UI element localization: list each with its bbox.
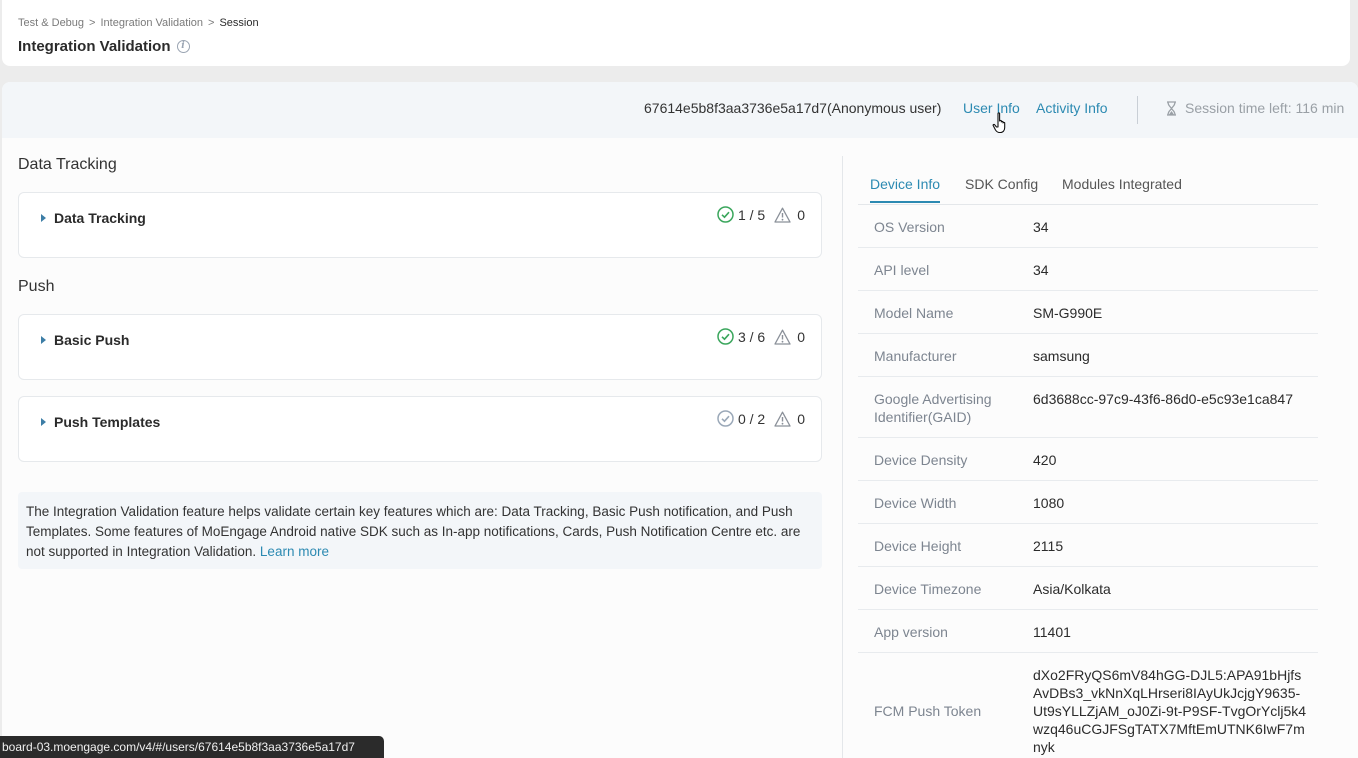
- breadcrumb: Test & Debug > Integration Validation > Sess…: [18, 17, 259, 29]
- info-value: 34: [1033, 262, 1049, 278]
- info-value: dXo2FRyQS6mV84hGG-DJL5:APA91bHjfsAvDBs3_…: [1033, 667, 1307, 755]
- card-stats: 1 / 5 0: [717, 206, 805, 223]
- learn-more-link[interactable]: Learn more: [260, 544, 329, 559]
- info-key: Device Height: [874, 538, 962, 554]
- card-basic-push[interactable]: Basic Push 3 / 6 0: [18, 314, 822, 380]
- warning-count: 0: [797, 206, 805, 223]
- info-value: 2115: [1033, 538, 1064, 554]
- device-tabs: Device Info SDK Config Modules Integrate…: [858, 174, 1318, 205]
- table-row: App version 11401: [858, 610, 1318, 653]
- info-key: App version: [874, 624, 948, 640]
- info-key: Google Advertising Identifier(GAID): [874, 391, 992, 425]
- check-circle-icon: [717, 328, 734, 345]
- info-value: 11401: [1033, 624, 1071, 640]
- breadcrumb-item-test-debug[interactable]: Test & Debug: [18, 17, 84, 29]
- caret-right-icon: [41, 418, 46, 426]
- activity-info-link[interactable]: Activity Info: [1036, 100, 1108, 116]
- hourglass-icon: [1167, 100, 1176, 116]
- page-title: Integration Validation i: [18, 38, 190, 55]
- info-key: Device Density: [874, 452, 968, 468]
- section-title-data-tracking: Data Tracking: [18, 156, 117, 173]
- breadcrumb-item-integration-validation[interactable]: Integration Validation: [100, 17, 203, 29]
- breadcrumb-item-session: Session: [219, 17, 259, 29]
- status-bar-url: board-03.moengage.com/v4/#/users/67614e5…: [0, 736, 384, 758]
- passed-count: 1 / 5: [737, 206, 766, 223]
- warning-count: 0: [797, 410, 805, 427]
- passed-count: 3 / 6: [737, 328, 766, 345]
- page-header: Test & Debug > Integration Validation > Sess…: [2, 0, 1350, 66]
- breadcrumb-separator: >: [89, 17, 96, 29]
- warning-icon: [774, 207, 791, 223]
- table-row: API level 34: [858, 248, 1318, 291]
- info-key: Device Width: [874, 495, 957, 511]
- warning-count: 0: [797, 328, 805, 345]
- card-label: Data Tracking: [54, 210, 146, 226]
- info-note-text: The Integration Validation feature helps…: [26, 504, 801, 559]
- info-key: API level: [874, 262, 930, 278]
- info-key: Device Timezone: [874, 581, 982, 597]
- info-note: The Integration Validation feature helps…: [18, 492, 822, 569]
- info-icon[interactable]: i: [176, 40, 190, 53]
- card-label: Push Templates: [54, 414, 161, 430]
- card-stats: 0 / 2 0: [717, 410, 805, 427]
- table-row: Google Advertising Identifier(GAID) 6d36…: [858, 377, 1318, 438]
- main-panel: 67614e5b8f3aa3736e5a17d7(Anonymous user)…: [2, 82, 1358, 758]
- pointer-cursor-icon: [992, 112, 1006, 134]
- session-time-left: Session time left: 116 min: [1185, 100, 1345, 116]
- check-circle-icon: [717, 410, 734, 427]
- info-value: SM-G990E: [1033, 305, 1103, 321]
- warning-icon: [774, 329, 791, 345]
- table-row: Device Height 2115: [858, 524, 1318, 567]
- table-row: Device Timezone Asia/Kolkata: [858, 567, 1318, 610]
- session-user-id: 67614e5b8f3aa3736e5a17d7(Anonymous user): [644, 100, 942, 116]
- session-bar: 67614e5b8f3aa3736e5a17d7(Anonymous user)…: [2, 82, 1358, 138]
- info-value: 34: [1033, 219, 1049, 235]
- card-label: Basic Push: [54, 332, 130, 348]
- caret-right-icon: [41, 214, 46, 222]
- divider: [1137, 96, 1138, 124]
- info-value: 420: [1033, 452, 1057, 468]
- table-row: Device Width 1080: [858, 481, 1318, 524]
- info-value: 1080: [1033, 495, 1065, 511]
- tab-device-info[interactable]: Device Info: [870, 176, 941, 203]
- check-circle-icon: [717, 206, 734, 223]
- info-key: Manufacturer: [874, 348, 957, 364]
- section-title-push: Push: [18, 278, 55, 295]
- session-timer: Session time left: 116 min: [1166, 100, 1344, 116]
- table-row: Manufacturer samsung: [858, 334, 1318, 377]
- info-key: Model Name: [874, 305, 954, 321]
- table-row: Model Name SM-G990E: [858, 291, 1318, 334]
- caret-right-icon: [41, 336, 46, 344]
- card-push-templates[interactable]: Push Templates 0 / 2 0: [18, 396, 822, 462]
- warning-icon: [774, 411, 791, 427]
- device-info-table: OS Version 34 API level 34 Model Name SM…: [858, 205, 1318, 758]
- info-key: FCM Push Token: [874, 703, 982, 719]
- info-value: 6d3688cc-97c9-43f6-86d0-e5c93e1ca847: [1033, 391, 1293, 407]
- table-row: Device Density 420: [858, 438, 1318, 481]
- page-title-text: Integration Validation: [18, 38, 171, 55]
- card-data-tracking[interactable]: Data Tracking 1 / 5 0: [18, 192, 822, 258]
- tab-sdk-config[interactable]: SDK Config: [965, 176, 1038, 201]
- table-row: OS Version 34: [858, 205, 1318, 248]
- panel-divider: [842, 156, 843, 758]
- info-key: OS Version: [874, 219, 945, 235]
- breadcrumb-separator: >: [208, 17, 215, 29]
- info-value: Asia/Kolkata: [1033, 581, 1111, 597]
- table-row: FCM Push Token dXo2FRyQS6mV84hGG-DJL5:AP…: [858, 653, 1318, 758]
- passed-count: 0 / 2: [737, 410, 766, 427]
- card-stats: 3 / 6 0: [717, 328, 805, 345]
- info-value: samsung: [1033, 348, 1090, 364]
- tab-modules-integrated[interactable]: Modules Integrated: [1062, 176, 1182, 201]
